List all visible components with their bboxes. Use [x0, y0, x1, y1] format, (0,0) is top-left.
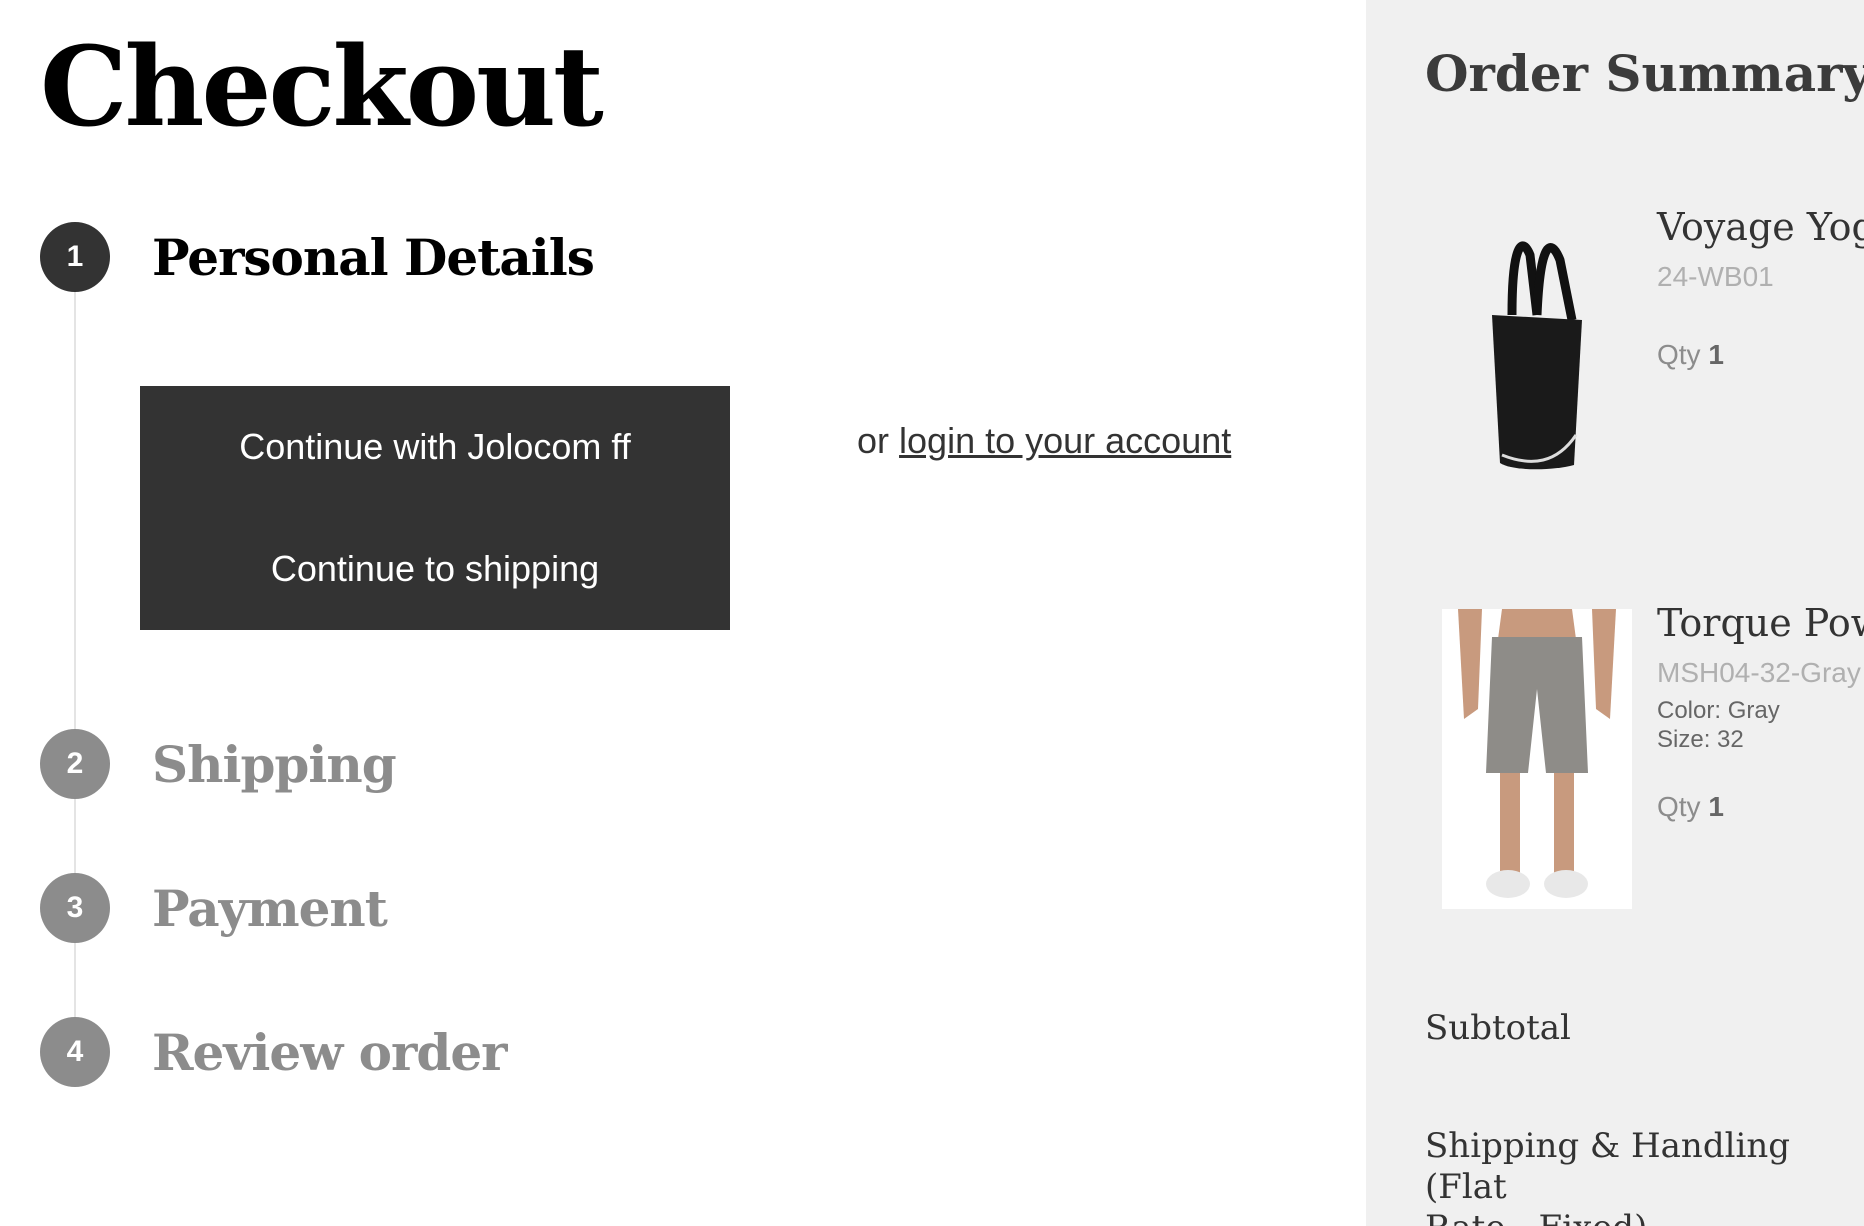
- step-title: Payment: [152, 878, 388, 938]
- order-summary-title: Order Summary: [1425, 44, 1864, 103]
- continue-to-shipping-button[interactable]: Continue to shipping: [140, 508, 730, 630]
- product-image-gray-shorts: [1442, 609, 1632, 909]
- step-shipping[interactable]: 2 Shipping: [40, 729, 397, 799]
- personal-details-actions: Continue with Jolocom ff Continue to shi…: [140, 386, 730, 630]
- qty-value: 1: [1708, 339, 1724, 370]
- shipping-label-line: Shipping & Handling (Flat: [1425, 1126, 1791, 1207]
- order-summary-panel: Order Summary Voyage Yoga 24-WB01 Qty 1: [1366, 0, 1864, 1226]
- item-sku: MSH04-32-Gray: [1657, 657, 1861, 688]
- qty-label: Qty: [1657, 339, 1701, 370]
- item-qty: Qty 1: [1657, 339, 1864, 371]
- login-link[interactable]: login to your account: [899, 420, 1231, 461]
- continue-with-jolocom-button[interactable]: Continue with Jolocom ff: [140, 386, 730, 508]
- page-title: Checkout: [40, 22, 604, 151]
- shipping-label-line: Rate - Fixed): [1425, 1208, 1864, 1226]
- login-prompt: or login to your account: [857, 420, 1231, 462]
- step-number-badge: 3: [40, 873, 110, 943]
- step-payment[interactable]: 3 Payment: [40, 873, 388, 943]
- step-review-order[interactable]: 4 Review order: [40, 1017, 507, 1087]
- shipping-handling-label: Shipping & Handling (Flat Rate - Fixed): [1425, 1126, 1864, 1226]
- step-title: Review order: [152, 1022, 507, 1082]
- item-name: Torque Powe: [1657, 601, 1864, 645]
- subtotal-label: Subtotal: [1425, 1008, 1571, 1048]
- item-qty: Qty 1: [1657, 791, 1864, 823]
- step-title: Shipping: [152, 734, 397, 794]
- step-number-badge: 2: [40, 729, 110, 799]
- item-name: Voyage Yoga: [1657, 205, 1864, 249]
- qty-value: 1: [1708, 790, 1724, 822]
- product-image-tote-bag: [1492, 241, 1582, 470]
- item-option-size: Size: 32: [1657, 725, 1744, 753]
- step-personal-details[interactable]: 1 Personal Details: [40, 222, 595, 292]
- qty-label: Qty: [1657, 790, 1701, 822]
- step-number-badge: 4: [40, 1017, 110, 1087]
- item-sku: 24-WB01: [1657, 261, 1774, 292]
- step-title: Personal Details: [152, 227, 595, 287]
- step-number-badge: 1: [40, 222, 110, 292]
- item-option-color: Color: Gray: [1657, 697, 1780, 724]
- login-prefix: or: [857, 420, 890, 461]
